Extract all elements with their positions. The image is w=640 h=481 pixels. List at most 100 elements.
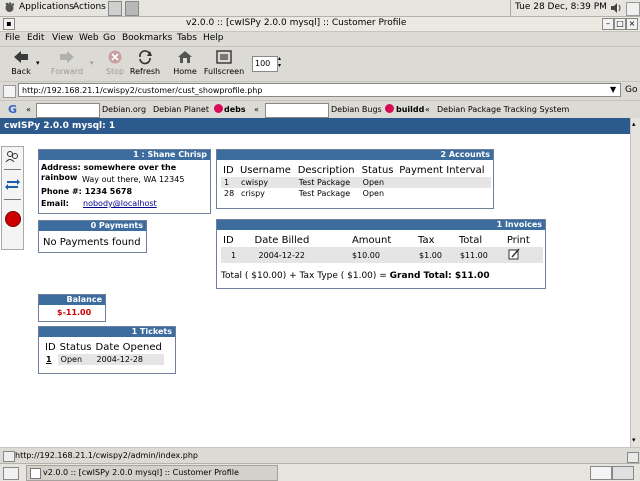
menubar: File Edit View Web Go Bookmarks Tabs Hel…	[0, 32, 640, 45]
payments-empty-message: No Payments found	[43, 237, 141, 248]
text-editor-launcher-icon[interactable]	[108, 1, 122, 16]
customer-header: 1 : Shane Chrisp	[39, 150, 210, 160]
account-id: 28	[221, 188, 238, 199]
bugs-search-input[interactable]	[265, 103, 329, 118]
payments-header: 0 Payments	[39, 221, 146, 231]
invoice-print-cell	[504, 247, 543, 263]
back-history-chevron-icon[interactable]: ▾	[36, 59, 40, 67]
bookmark-debian-org[interactable]: Debian.org	[102, 105, 146, 114]
fullscreen-button[interactable]: Fullscreen	[202, 49, 246, 76]
menu-tabs[interactable]: Tabs	[177, 33, 197, 43]
show-desktop-icon[interactable]	[3, 467, 19, 480]
notification-icon[interactable]	[626, 2, 640, 16]
vertical-scrollbar[interactable]: ▴ ▾	[630, 118, 640, 447]
phone-value: 1234 5678	[84, 187, 133, 196]
url-input[interactable]: http://192.168.21.1/cwispy2/customer/cus…	[18, 83, 621, 97]
clock[interactable]: Tue 28 Dec, 8:39 PM	[515, 2, 607, 12]
menu-bookmarks[interactable]: Bookmarks	[122, 33, 172, 43]
transfer-icon[interactable]	[5, 177, 20, 192]
accounts-col-status: Status	[361, 165, 394, 176]
tickets-col-status: Status	[59, 342, 92, 353]
invoice-tax: $1.00	[416, 247, 457, 263]
bookmark-debian-planet[interactable]: Debian Planet	[153, 105, 209, 114]
panel-separator	[510, 0, 511, 16]
email-label: Email:	[41, 199, 69, 208]
status-bar: http://192.168.21.1/cwispy2/admin/index.…	[0, 447, 640, 464]
invoice-date: 2004-12-22	[246, 247, 338, 263]
menu-edit[interactable]: Edit	[27, 33, 44, 43]
tickets-card: 1 Tickets ID Status Date Opened 1 Open 2…	[38, 326, 176, 374]
balance-header: Balance	[39, 295, 105, 305]
forward-arrow-icon	[58, 49, 76, 65]
url-dropdown-icon[interactable]: ▼	[610, 85, 616, 94]
scroll-down-icon[interactable]: ▾	[632, 436, 636, 444]
workspace-1[interactable]	[590, 466, 612, 480]
debian-swirl-icon	[385, 104, 394, 113]
google-search-input[interactable]	[36, 103, 100, 118]
app-header: cwISPy 2.0.0 mysql: 1	[0, 118, 630, 134]
stop-logout-icon[interactable]	[5, 211, 21, 227]
back-button[interactable]: Back	[8, 49, 34, 76]
zoom-stepper[interactable]: ▴ ▾	[278, 55, 281, 69]
tickets-table: ID Status Date Opened 1 Open 2004-12-28	[43, 341, 164, 365]
maximize-icon[interactable]: □	[614, 18, 626, 30]
applications-menu[interactable]: Applications	[19, 2, 74, 12]
close-icon[interactable]: ×	[626, 18, 638, 30]
volume-icon[interactable]	[610, 2, 622, 14]
taskbar-window-button[interactable]: v2.0.0 :: [cwISPy 2.0.0 mysql] :: Custom…	[26, 465, 278, 481]
balance-value: $-11.00	[57, 308, 92, 317]
workspace-2[interactable]	[612, 466, 634, 480]
window-title: v2.0.0 :: [cwISPy 2.0.0 mysql] :: Custom…	[186, 18, 407, 28]
home-button[interactable]: Home	[170, 49, 200, 76]
bookmark-buildd[interactable]: buildd	[396, 105, 424, 114]
accounts-col-description: Description	[297, 165, 355, 176]
invoice-total-summary: Total ( $10.00) + Tax Type ( $1.00) =	[221, 271, 390, 281]
invoices-col-id: ID	[223, 235, 234, 246]
bookmark-dpts[interactable]: Debian Package Tracking System	[437, 105, 569, 114]
bookmark-chevron-1[interactable]: «	[26, 105, 31, 114]
menu-view[interactable]: View	[52, 33, 73, 43]
window-menu-icon[interactable]: ▪	[3, 18, 15, 30]
terminal-launcher-icon[interactable]	[125, 1, 139, 16]
people-icon[interactable]	[5, 150, 20, 165]
google-search-icon[interactable]: G	[8, 103, 17, 116]
invoices-table: ID Date Billed Amount Tax Total Print 1 …	[221, 234, 543, 263]
menu-help[interactable]: Help	[203, 33, 224, 43]
customer-card: 1 : Shane Chrisp Address: somewhere over…	[38, 149, 211, 214]
accounts-col-interval: Payment Interval	[399, 165, 485, 176]
actions-menu[interactable]: Actions	[73, 2, 106, 12]
go-button[interactable]: Go	[625, 85, 637, 95]
menu-web[interactable]: Web	[79, 33, 99, 43]
invoices-col-print: Print	[506, 235, 530, 246]
forward-label: Forward	[50, 67, 84, 76]
account-username: crispy	[237, 188, 296, 199]
forward-button[interactable]: Forward	[50, 49, 84, 76]
table-row[interactable]: 28 crispy Test Package Open	[221, 188, 491, 199]
gnome-foot-icon[interactable]	[4, 2, 15, 13]
page-icon	[3, 85, 16, 98]
navigation-toolbar: Back ▾ Forward ▾ Stop Refresh Home Fulls…	[0, 46, 640, 82]
bookmark-chevron-2[interactable]: «	[254, 105, 259, 114]
window-titlebar[interactable]: ▪ v2.0.0 :: [cwISPy 2.0.0 mysql] :: Cust…	[0, 17, 640, 32]
fullscreen-icon	[215, 49, 233, 65]
zoom-input[interactable]: 100	[252, 56, 278, 72]
print-edit-icon[interactable]	[508, 248, 521, 260]
accounts-col-id: ID	[223, 165, 234, 176]
minimize-icon[interactable]: –	[602, 18, 614, 30]
bookmark-chevron-3[interactable]: «	[425, 105, 430, 114]
menu-file[interactable]: File	[5, 33, 20, 43]
email-link[interactable]: nobody@localhost	[83, 199, 157, 208]
forward-history-chevron-icon[interactable]: ▾	[90, 59, 94, 67]
resize-grip-icon[interactable]	[627, 452, 639, 463]
scroll-up-icon[interactable]: ▴	[632, 120, 636, 128]
table-row[interactable]: 1 cwispy Test Package Open	[221, 177, 491, 188]
bookmark-debian-bugs[interactable]: Debian Bugs	[331, 105, 382, 114]
account-id: 1	[221, 177, 238, 188]
stop-button[interactable]: Stop	[103, 49, 127, 76]
menu-go[interactable]: Go	[103, 33, 115, 43]
top-panel: Applications Actions Tue 28 Dec, 8:39 PM	[0, 0, 640, 17]
ticket-id-link[interactable]: 1	[43, 354, 58, 365]
home-icon	[176, 49, 194, 65]
refresh-button[interactable]: Refresh	[128, 49, 162, 76]
bookmark-debs[interactable]: debs	[224, 105, 246, 114]
